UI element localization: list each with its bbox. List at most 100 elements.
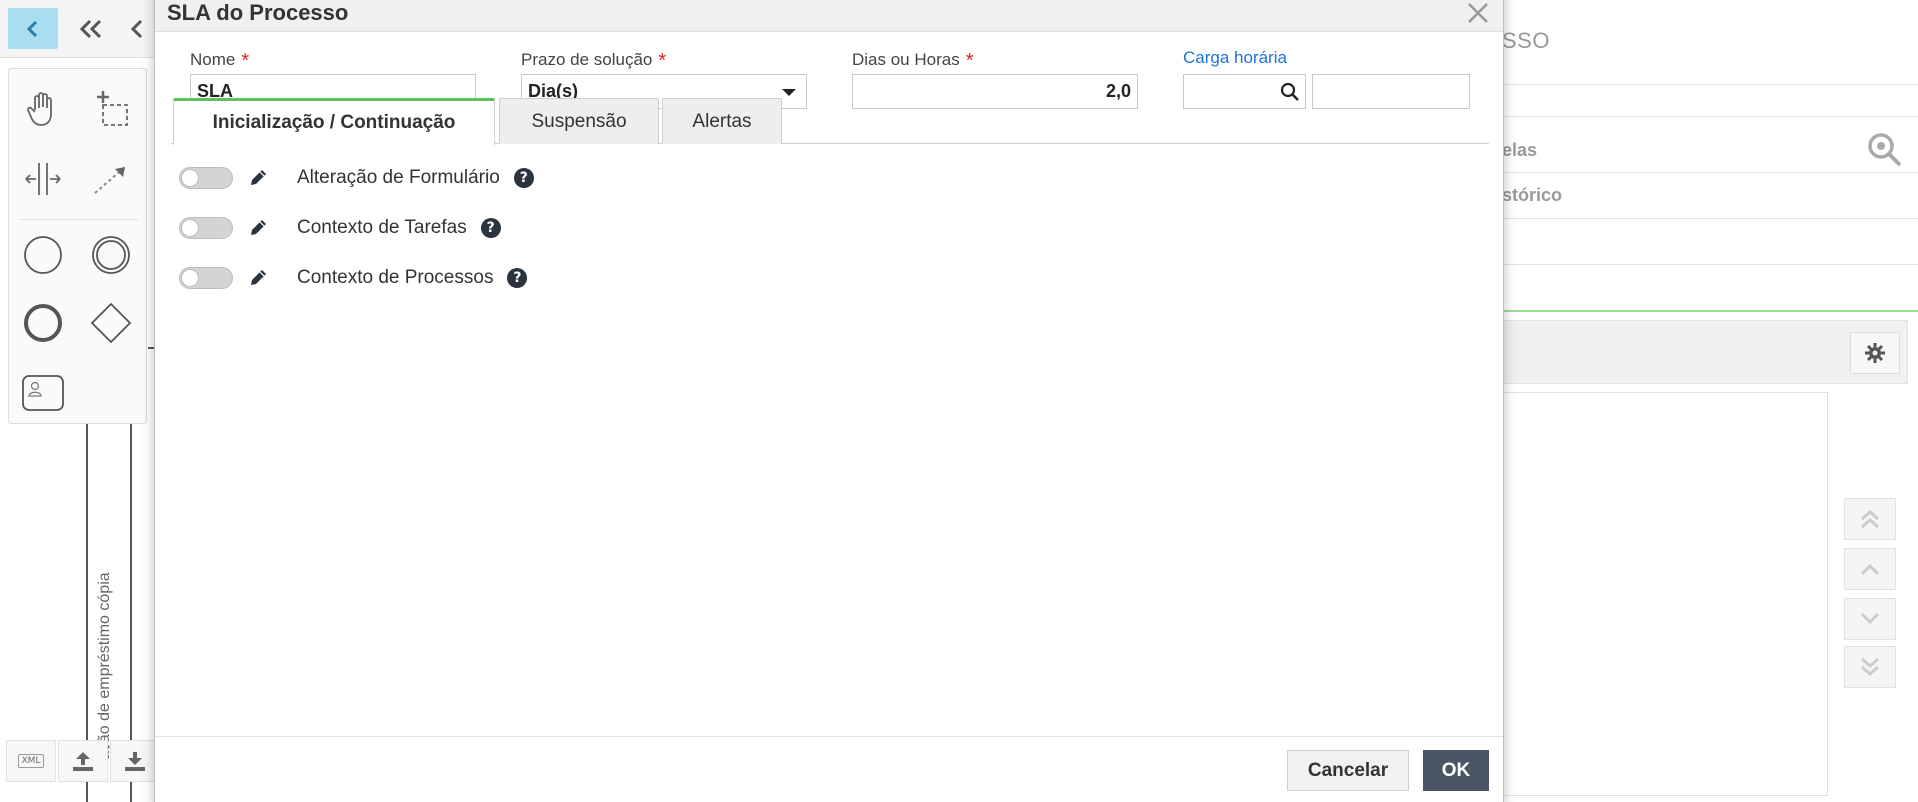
upload-button[interactable] [58, 740, 108, 782]
help-icon[interactable]: ? [507, 268, 528, 288]
required-marker: * [241, 50, 250, 72]
sla-modal: SLA do Processo Nome * Prazo de solução * … [154, 0, 1504, 802]
download-button[interactable] [110, 740, 160, 782]
option-row-processos: Contexto de Processos ? [179, 263, 528, 293]
option-label: Alteração de Formulário [297, 167, 500, 188]
space-tool[interactable] [17, 153, 69, 205]
option-label: Contexto de Tarefas [297, 217, 467, 238]
modal-title: SLA do Processo [167, 0, 349, 25]
tab-suspensao[interactable]: Suspensão [499, 98, 659, 144]
intermediate-event-icon [92, 236, 130, 274]
prazo-label: Prazo de solução * [521, 48, 667, 72]
tab-alertas[interactable]: Alertas [662, 98, 782, 144]
help-icon[interactable]: ? [480, 218, 501, 238]
double-chevron-left-icon [79, 19, 102, 38]
prazo-label-text: Prazo de solução [521, 50, 653, 69]
move-down-button[interactable] [1844, 598, 1896, 640]
ok-button[interactable]: OK [1423, 750, 1489, 791]
gateway-tool[interactable] [85, 297, 137, 349]
right-panel-tab-indicator [1502, 310, 1918, 312]
carga-horaria-input[interactable] [1183, 74, 1306, 109]
carga-horaria-link[interactable]: Carga horária [1183, 48, 1287, 68]
toggle-switch[interactable] [179, 167, 233, 189]
right-panel-divider [1502, 172, 1918, 173]
right-panel-title: SSO [1502, 28, 1550, 53]
option-row-formulario: Alteração de Formulário ? [179, 163, 534, 193]
pencil-icon [251, 270, 266, 285]
right-panel-divider [1502, 218, 1918, 219]
cancel-button[interactable]: Cancelar [1287, 750, 1409, 791]
start-event-tool[interactable] [17, 229, 69, 281]
double-chevron-up-icon [1861, 510, 1879, 529]
required-marker: * [965, 50, 974, 72]
right-panel-divider [1502, 264, 1918, 265]
chevron-up-icon [1860, 563, 1880, 576]
close-button[interactable] [1463, 0, 1493, 28]
right-panel-list-box [1502, 392, 1828, 796]
dias-horas-label: Dias ou Horas * [852, 48, 974, 72]
option-label: Contexto de Processos [297, 267, 494, 288]
dias-horas-label-text: Dias ou Horas [852, 50, 960, 69]
hand-tool[interactable] [17, 83, 69, 135]
move-up-button[interactable] [1844, 548, 1896, 590]
pencil-icon [251, 220, 266, 235]
caret-down-icon [782, 89, 796, 96]
edit-button[interactable] [247, 167, 269, 189]
right-panel-divider [1502, 84, 1918, 85]
connect-tool[interactable] [85, 153, 137, 205]
start-event-icon [24, 236, 62, 274]
palette-separator [19, 219, 138, 220]
settings-button[interactable] [1850, 332, 1900, 374]
modal-header: SLA do Processo [155, 0, 1503, 32]
user-task-tool[interactable] [17, 367, 69, 419]
zoom-icon[interactable] [1866, 131, 1904, 174]
collapse-panel-button[interactable] [8, 8, 58, 49]
edit-button[interactable] [247, 267, 269, 289]
chevron-down-icon [1860, 612, 1880, 625]
gear-icon [1865, 343, 1885, 363]
upload-icon [73, 752, 93, 771]
required-marker: * [658, 50, 667, 72]
first-page-button[interactable] [66, 8, 116, 49]
intermediate-event-tool[interactable] [85, 229, 137, 281]
dias-horas-input[interactable]: 2,0 [852, 74, 1138, 109]
chevron-left-icon [130, 19, 143, 38]
search-icon[interactable] [1280, 82, 1300, 102]
edit-button[interactable] [247, 217, 269, 239]
right-panel-toolbar [1502, 320, 1908, 384]
connect-arrow-icon [94, 166, 126, 194]
tool-palette [8, 68, 147, 424]
right-panel-item[interactable]: elas [1502, 140, 1537, 161]
xml-export-button[interactable]: XML [6, 740, 56, 782]
end-event-tool[interactable] [17, 297, 69, 349]
nome-label-text: Nome [190, 50, 236, 69]
nome-label: Nome * [190, 48, 250, 72]
editor-topbar [0, 0, 156, 58]
pencil-icon [251, 170, 266, 185]
diagram-bottom-toolbar: XML [6, 740, 162, 782]
move-top-button[interactable] [1844, 498, 1896, 540]
space-tool-icon [25, 163, 61, 195]
move-bottom-button[interactable] [1844, 646, 1896, 688]
previous-button[interactable] [122, 8, 152, 49]
option-row-tarefas: Contexto de Tarefas ? [179, 213, 501, 243]
right-panel-divider [1502, 116, 1918, 117]
close-icon [1468, 3, 1488, 23]
modal-footer-divider [155, 736, 1503, 737]
tab-inicializacao[interactable]: Inicialização / Continuação [173, 98, 495, 145]
xml-icon: XML [17, 754, 45, 768]
user-task-icon [22, 375, 64, 411]
help-icon[interactable]: ? [513, 168, 534, 188]
download-icon [125, 752, 145, 771]
right-panel-item[interactable]: stórico [1502, 185, 1562, 206]
toggle-switch[interactable] [179, 267, 233, 289]
toggle-switch[interactable] [179, 217, 233, 239]
carga-horaria-description [1312, 74, 1470, 109]
lasso-tool[interactable] [85, 83, 137, 135]
gateway-diamond-icon [90, 302, 132, 344]
pool-label: ação de empréstimo cópia [96, 572, 113, 760]
double-chevron-down-icon [1861, 657, 1879, 676]
hand-icon [27, 92, 52, 126]
end-event-icon [24, 304, 62, 342]
chevron-left-icon [26, 20, 38, 37]
